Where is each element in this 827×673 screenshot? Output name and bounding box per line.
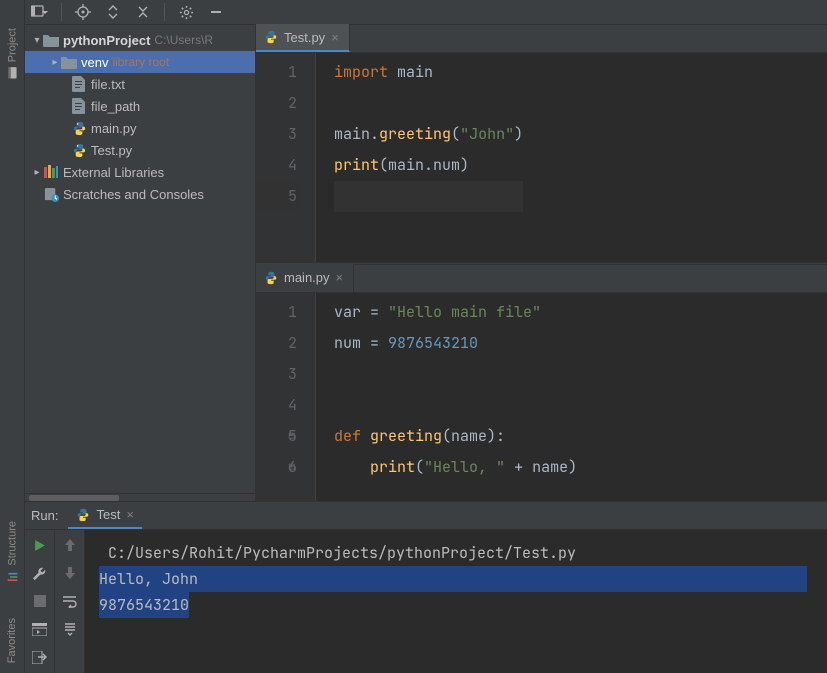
run-output[interactable]: C:/Users/Rohit/PycharmProjects/pythonPro…	[85, 530, 827, 673]
tree-scrollbar[interactable]	[25, 493, 255, 501]
editor2[interactable]: 1 2 3 4 5⊟ 6⊡ var = "Hello main file"num…	[256, 293, 827, 502]
editor1[interactable]: 1 2 3 4 5 import main main.greeting("Joh…	[256, 53, 827, 262]
tree-scratches[interactable]: Scratches and Consoles	[25, 183, 255, 205]
up-icon[interactable]	[61, 536, 79, 554]
scroll-to-end-icon[interactable]	[61, 620, 79, 638]
tree-scratches-label: Scratches and Consoles	[63, 187, 204, 202]
layout-icon[interactable]	[31, 620, 49, 638]
fold-end-icon[interactable]: ⊡	[288, 452, 295, 483]
expand-all-icon[interactable]	[104, 3, 122, 21]
sidebar-tab-structure[interactable]: Structure	[6, 521, 19, 583]
run-tab-label: Test	[96, 507, 120, 522]
chevron-right-icon[interactable]: ▸	[31, 167, 43, 178]
editor2-gutter: 1 2 3 4 5⊟ 6⊡	[256, 293, 316, 502]
text-file-icon	[71, 76, 87, 92]
tree-external-libraries[interactable]: ▸ External Libraries	[25, 161, 255, 183]
close-icon[interactable]: ×	[336, 270, 344, 285]
project-view-selector[interactable]	[31, 3, 49, 21]
tab-main-py[interactable]: main.py ×	[256, 264, 354, 292]
run-toolwindow: Run: Test ×	[25, 501, 827, 673]
tab-test-py-label: Test.py	[284, 30, 325, 45]
chevron-right-icon[interactable]: ▸	[49, 57, 61, 68]
run-output-line: Hello, John	[99, 566, 198, 592]
tree-root-label: pythonProject	[63, 33, 150, 48]
close-icon[interactable]: ×	[126, 507, 134, 522]
tree-file-label: file_path	[91, 99, 140, 114]
editor2-code[interactable]: var = "Hello main file"num = 9876543210 …	[316, 293, 577, 502]
python-file-icon	[71, 120, 87, 136]
wrench-icon[interactable]	[31, 564, 49, 582]
down-icon[interactable]	[61, 564, 79, 582]
soft-wrap-icon[interactable]	[61, 592, 79, 610]
tree-file-label: main.py	[91, 121, 137, 136]
collapse-all-icon[interactable]	[134, 3, 152, 21]
exit-icon[interactable]	[31, 648, 49, 666]
libraries-icon	[43, 164, 59, 180]
tree-venv-hint: library root	[112, 55, 169, 69]
tree-root-path: C:\Users\R	[154, 33, 213, 47]
tree-venv-label: venv	[81, 55, 108, 70]
chevron-down-icon[interactable]: ▾	[31, 35, 43, 46]
editor1-tabbar: Test.py ×	[256, 25, 827, 53]
folder-icon	[61, 54, 77, 70]
close-icon[interactable]: ×	[331, 30, 339, 45]
hide-icon[interactable]	[207, 3, 225, 21]
tree-file-label: Test.py	[91, 143, 132, 158]
tree-file[interactable]: file_path	[25, 95, 255, 117]
python-file-icon	[264, 271, 278, 285]
run-output-path: C:/Users/Rohit/PycharmProjects/pythonPro…	[108, 543, 576, 563]
project-toolbar	[25, 0, 827, 25]
run-title: Run:	[31, 508, 58, 523]
tree-root[interactable]: ▾ pythonProject C:\Users\R	[25, 29, 255, 51]
python-file-icon	[76, 508, 90, 522]
tab-test-py[interactable]: Test.py ×	[256, 24, 350, 52]
python-file-icon	[264, 30, 278, 44]
run-output-line: 9876543210	[99, 592, 189, 618]
project-tree-pane: ▾ pythonProject C:\Users\R ▸ venv librar…	[25, 25, 256, 501]
tree-external-libraries-label: External Libraries	[63, 165, 164, 180]
settings-gear-icon[interactable]	[177, 3, 195, 21]
tree-file-label: file.txt	[91, 77, 125, 92]
tree-file[interactable]: Test.py	[25, 139, 255, 161]
rerun-icon[interactable]	[31, 536, 49, 554]
run-tab-test[interactable]: Test ×	[68, 503, 141, 529]
fold-start-icon[interactable]: ⊟	[288, 421, 295, 452]
scratches-icon	[43, 186, 59, 202]
python-file-icon	[71, 142, 87, 158]
tree-file[interactable]: file.txt	[25, 73, 255, 95]
tree-file[interactable]: main.py	[25, 117, 255, 139]
sidebar-tab-favorites-label: Favorites	[6, 618, 18, 663]
editor2-tabbar: main.py ×	[256, 265, 827, 293]
sidebar-tab-project[interactable]: Project	[6, 28, 19, 79]
sidebar-tab-favorites[interactable]: Favorites	[6, 618, 18, 663]
editor1-gutter: 1 2 3 4 5	[256, 53, 316, 262]
sidebar-tab-structure-label: Structure	[6, 521, 18, 566]
tree-venv[interactable]: ▸ venv library root	[25, 51, 255, 73]
tab-main-py-label: main.py	[284, 270, 330, 285]
locate-icon[interactable]	[74, 3, 92, 21]
text-file-icon	[71, 98, 87, 114]
editor1-code[interactable]: import main main.greeting("John")print(m…	[316, 53, 523, 262]
folder-icon	[43, 32, 59, 48]
sidebar-tab-project-label: Project	[6, 28, 18, 62]
stop-icon[interactable]	[31, 592, 49, 610]
